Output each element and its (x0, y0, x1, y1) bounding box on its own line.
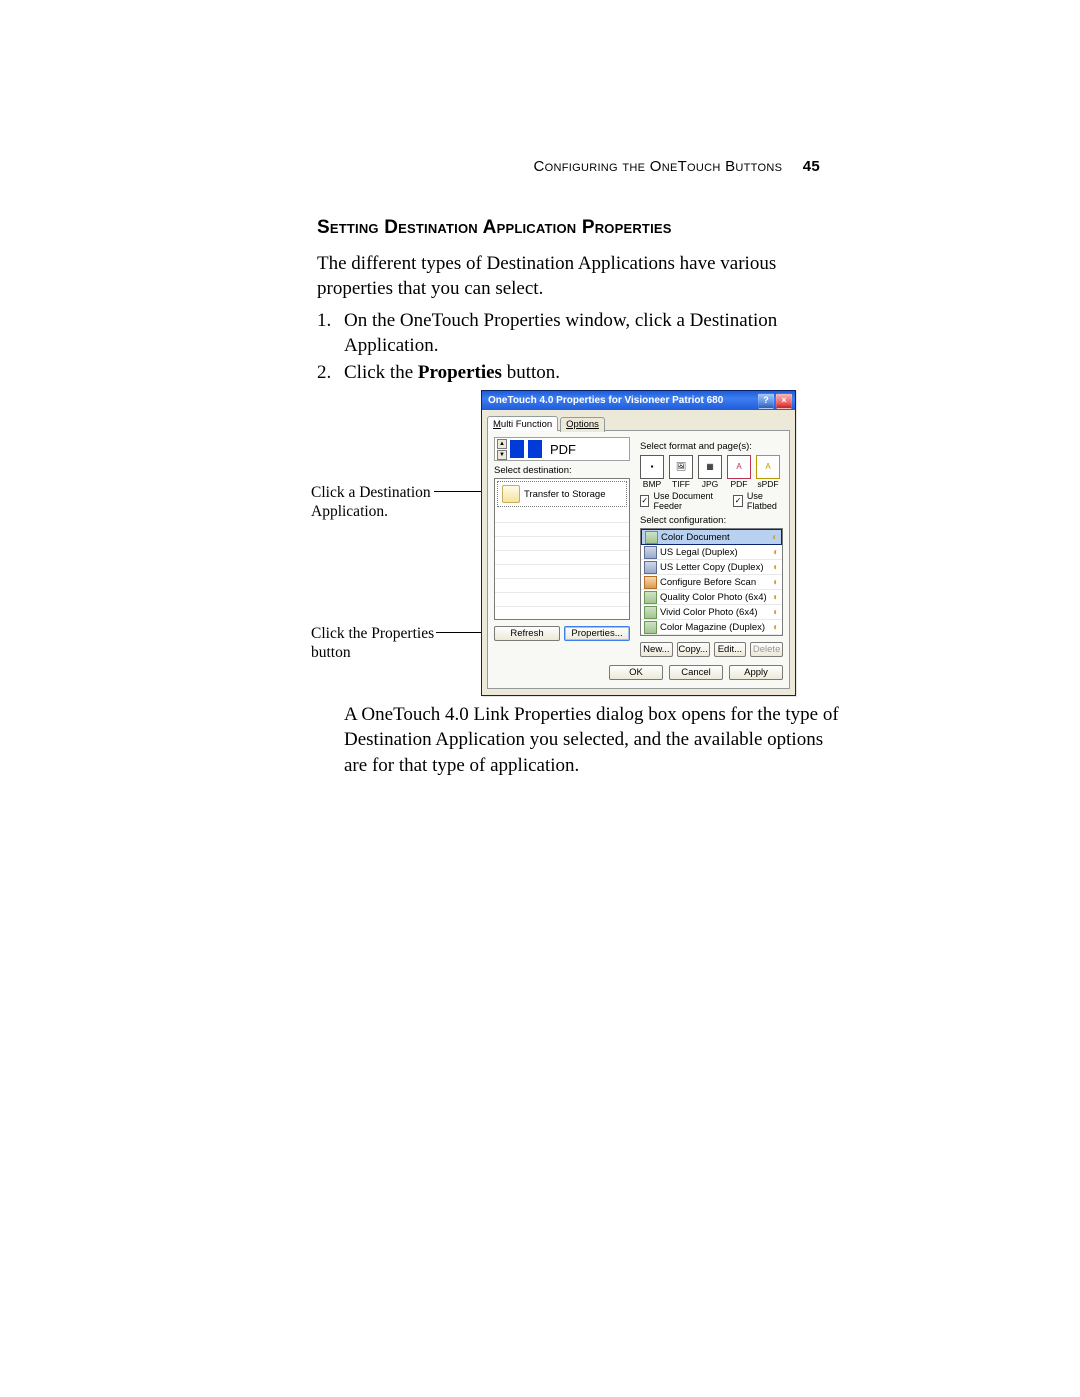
refresh-button[interactable]: Refresh (494, 626, 560, 641)
config-icon (644, 621, 657, 634)
config-icon (645, 531, 658, 544)
running-header: Configuring the OneTouch Buttons 45 (534, 158, 821, 175)
tab-options-label: Options (566, 419, 599, 430)
section-heading: Setting Destination Application Properti… (317, 217, 672, 239)
dialog-title: OneTouch 4.0 Properties for Visioneer Pa… (488, 395, 723, 406)
format-picker: ▪BMP 🖼TIFF ▦JPG APDF AsPDF (640, 455, 783, 489)
pdf-icon: A (727, 455, 751, 479)
step-2-text: Click the Properties button. (344, 361, 560, 386)
button-format-label: PDF (550, 442, 576, 457)
config-row-us-letter[interactable]: US Letter Copy (Duplex) ◐ (641, 560, 782, 575)
config-icon (644, 546, 657, 559)
config-row-configure-before-scan[interactable]: Configure Before Scan ◐ (641, 575, 782, 590)
jpg-icon: ▦ (698, 455, 722, 479)
configuration-listbox[interactable]: Color Document ◐ US Legal (Duplex) ◐ US … (640, 528, 783, 636)
use-flatbed-checkbox[interactable]: ✓ (733, 495, 742, 507)
delete-button[interactable]: Delete (750, 642, 783, 657)
spdf-icon: A (756, 455, 780, 479)
select-config-label: Select configuration: (640, 515, 783, 526)
lock-icon: ◐ (773, 622, 779, 633)
help-icon[interactable]: ? (758, 393, 774, 409)
segment-digit-2 (528, 440, 542, 458)
use-feeder-label: Use Document Feeder (653, 491, 720, 511)
config-row-vivid-color-photo[interactable]: Vivid Color Photo (6x4) ◐ (641, 605, 782, 620)
bmp-icon: ▪ (640, 455, 664, 479)
lock-icon: ◐ (773, 607, 779, 618)
callout-properties-btn: Click the Properties button (311, 625, 441, 662)
config-row-us-legal[interactable]: US Legal (Duplex) ◐ (641, 545, 782, 560)
button-number-display: ▲ ▼ PDF (494, 437, 630, 461)
lock-icon: ◐ (773, 562, 779, 573)
step-1: 1. On the OneTouch Properties window, cl… (317, 309, 847, 358)
select-destination-label: Select destination: (494, 465, 630, 476)
config-label: US Legal (Duplex) (660, 547, 738, 558)
config-label: Color Document (661, 532, 730, 543)
format-spdf[interactable]: AsPDF (756, 455, 780, 489)
config-label: Vivid Color Photo (6x4) (660, 607, 758, 618)
config-label: Quality Color Photo (6x4) (660, 592, 767, 603)
button-number-spinner[interactable]: ▲ ▼ (497, 439, 507, 460)
tiff-icon: 🖼 (669, 455, 693, 479)
config-label: Color Magazine (Duplex) (660, 622, 765, 633)
format-tiff[interactable]: 🖼TIFF (669, 455, 693, 489)
page-number: 45 (803, 158, 820, 175)
config-icon (644, 591, 657, 604)
storage-icon (502, 485, 520, 503)
select-format-label: Select format and page(s): (640, 441, 783, 452)
config-icon (644, 561, 657, 574)
ok-button[interactable]: OK (609, 665, 663, 680)
spinner-down-icon: ▼ (497, 450, 507, 460)
step-1-text: On the OneTouch Properties window, click… (344, 309, 847, 358)
config-icon (644, 576, 657, 589)
segment-digit-0 (510, 440, 524, 458)
callout-dest-app: Click a Destination Application. (311, 484, 431, 521)
steps-list: 1. On the OneTouch Properties window, cl… (317, 306, 847, 386)
destination-item-transfer-to-storage[interactable]: Transfer to Storage (497, 481, 627, 507)
dialog-titlebar[interactable]: OneTouch 4.0 Properties for Visioneer Pa… (482, 391, 795, 410)
lock-icon: ◐ (772, 532, 778, 543)
lock-icon: ◐ (773, 592, 779, 603)
config-label: Configure Before Scan (660, 577, 756, 588)
close-icon[interactable]: × (776, 393, 792, 409)
destination-listbox[interactable]: Transfer to Storage (494, 478, 630, 620)
destination-item-label: Transfer to Storage (524, 489, 606, 500)
tab-options[interactable]: Options (560, 417, 605, 432)
config-label: US Letter Copy (Duplex) (660, 562, 763, 573)
result-paragraph: A OneTouch 4.0 Link Properties dialog bo… (344, 702, 849, 778)
intro-paragraph: The different types of Destination Appli… (317, 252, 847, 301)
step-2: 2. Click the Properties button. (317, 361, 847, 386)
format-pdf[interactable]: APDF (727, 455, 751, 489)
format-bmp[interactable]: ▪BMP (640, 455, 664, 489)
copy-button[interactable]: Copy... (677, 642, 710, 657)
edit-button[interactable]: Edit... (714, 642, 747, 657)
lock-icon: ◐ (773, 547, 779, 558)
running-header-text: Configuring the OneTouch Buttons (534, 158, 783, 175)
spinner-up-icon: ▲ (497, 439, 507, 449)
format-jpg[interactable]: ▦JPG (698, 455, 722, 489)
onetouch-properties-dialog: OneTouch 4.0 Properties for Visioneer Pa… (481, 390, 796, 696)
tab-multi-function[interactable]: Multi Function (487, 416, 558, 431)
config-row-quality-color-photo[interactable]: Quality Color Photo (6x4) ◐ (641, 590, 782, 605)
use-feeder-checkbox[interactable]: ✓ (640, 495, 649, 507)
config-row-color-magazine[interactable]: Color Magazine (Duplex) ◐ (641, 620, 782, 635)
apply-button[interactable]: Apply (729, 665, 783, 680)
properties-button[interactable]: Properties... (564, 626, 630, 641)
use-flatbed-label: Use Flatbed (747, 491, 783, 511)
new-button[interactable]: New... (640, 642, 673, 657)
config-row-color-document[interactable]: Color Document ◐ (641, 529, 782, 545)
tab-strip: Multi Function Options (487, 415, 790, 431)
lock-icon: ◐ (773, 577, 779, 588)
cancel-button[interactable]: Cancel (669, 665, 723, 680)
config-icon (644, 606, 657, 619)
